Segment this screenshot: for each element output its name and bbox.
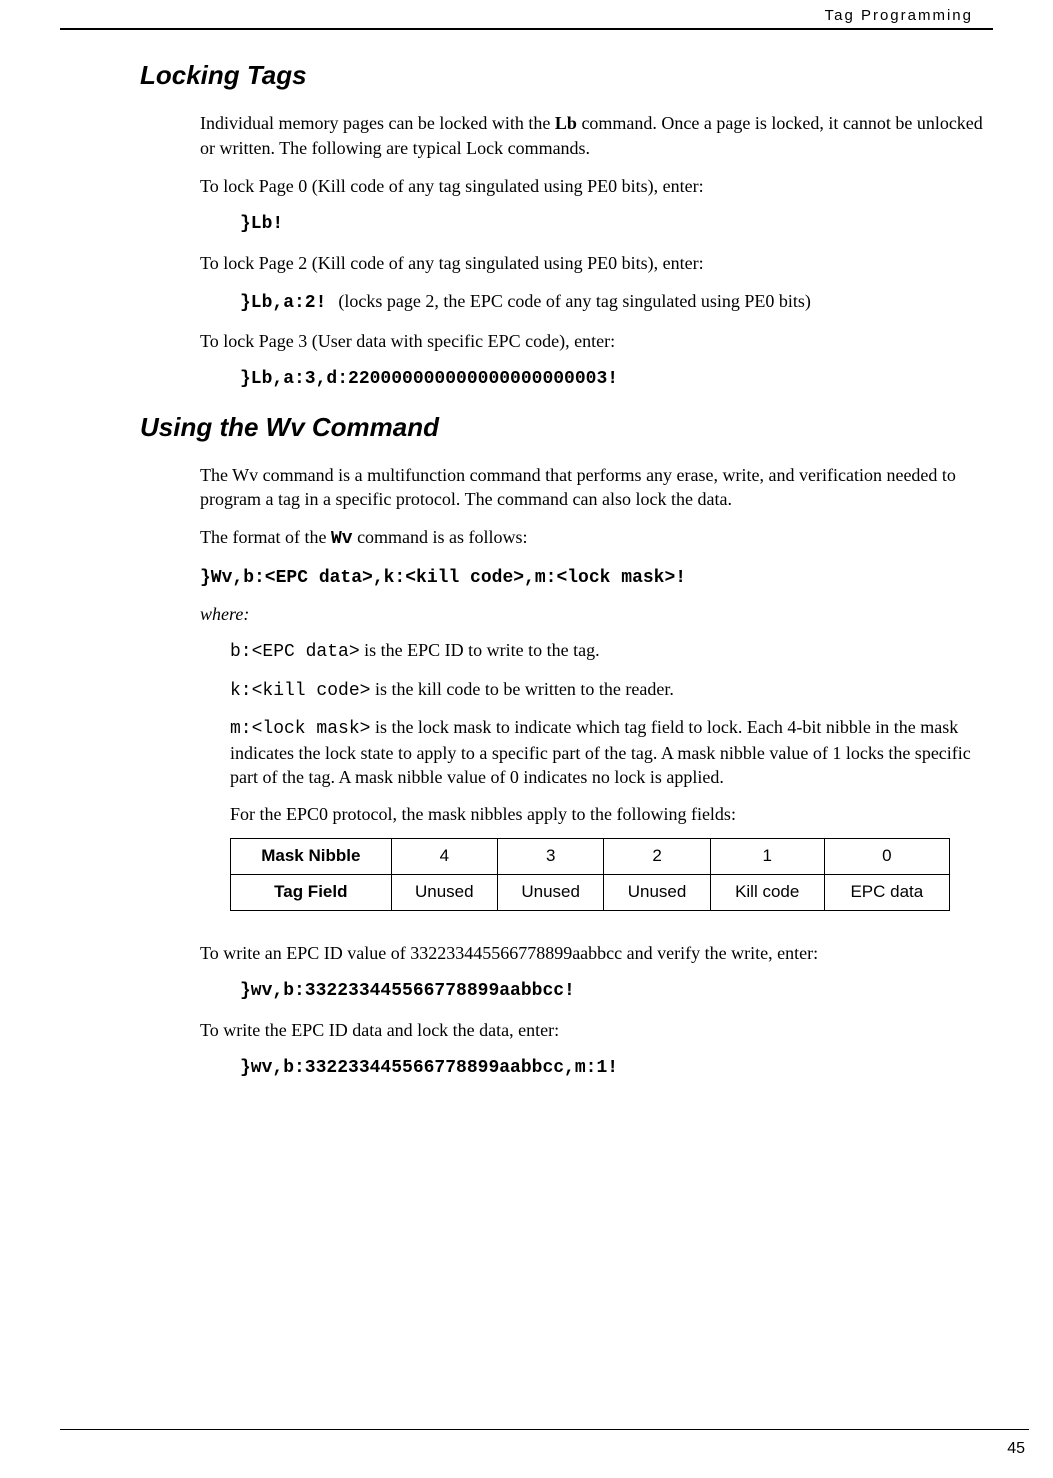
- page: Tag Programming Locking Tags Individual …: [0, 0, 1053, 1478]
- heading-wv-command: Using the Wv Command: [140, 410, 983, 445]
- paragraph: To write an EPC ID value of 332233445566…: [200, 941, 983, 965]
- paragraph: To lock Page 0 (Kill code of any tag sin…: [200, 174, 983, 198]
- table-cell: 0: [824, 839, 949, 875]
- definition: m:<lock mask> is the lock mask to indica…: [230, 715, 983, 790]
- table-cell: Unused: [497, 875, 603, 911]
- content-area: Locking Tags Individual memory pages can…: [60, 58, 993, 1080]
- code-inline: Wv: [331, 529, 353, 549]
- text: The format of the: [200, 527, 331, 547]
- table-cell: 2: [604, 839, 710, 875]
- code-line: }wv,b:332233445566778899aabbcc,m:1!: [240, 1056, 983, 1080]
- paragraph: To write the EPC ID data and lock the da…: [200, 1018, 983, 1042]
- bold-lb: Lb: [555, 113, 577, 133]
- table-row: Tag Field Unused Unused Unused Kill code…: [231, 875, 950, 911]
- text: Individual memory pages can be locked wi…: [200, 113, 555, 133]
- paragraph: The Wv command is a multifunction comman…: [200, 463, 983, 512]
- code-line: }wv,b:332233445566778899aabbcc!: [240, 979, 983, 1003]
- paragraph: To lock Page 2 (Kill code of any tag sin…: [200, 251, 983, 275]
- table-cell: Kill code: [710, 875, 824, 911]
- table-row: Mask Nibble 4 3 2 1 0: [231, 839, 950, 875]
- def-text: is the EPC ID to write to the tag.: [360, 640, 600, 660]
- def-code: m:<lock mask>: [230, 719, 370, 739]
- mask-nibble-table: Mask Nibble 4 3 2 1 0 Tag Field Unused U…: [230, 838, 950, 911]
- paragraph: The format of the Wv command is as follo…: [200, 525, 983, 551]
- definition: k:<kill code> is the kill code to be wri…: [230, 677, 983, 703]
- table-cell: Unused: [604, 875, 710, 911]
- heading-locking-tags: Locking Tags: [140, 58, 983, 93]
- section2-body: The Wv command is a multifunction comman…: [200, 463, 983, 1080]
- paragraph: Individual memory pages can be locked wi…: [200, 111, 983, 160]
- paragraph: To lock Page 3 (User data with specific …: [200, 329, 983, 353]
- table-cell: EPC data: [824, 875, 949, 911]
- top-rule: [60, 28, 993, 30]
- table-cell: 3: [497, 839, 603, 875]
- definition: b:<EPC data> is the EPC ID to write to t…: [230, 638, 983, 664]
- def-text: is the kill code to be written to the re…: [370, 679, 673, 699]
- code-line: }Lb!: [240, 212, 983, 236]
- code-line: }Lb,a:2! (locks page 2, the EPC code of a…: [240, 289, 983, 315]
- paragraph: For the EPC0 protocol, the mask nibbles …: [230, 802, 983, 826]
- bottom-rule: [60, 1429, 1029, 1430]
- code-text: }Lb,a:2!: [240, 293, 326, 313]
- def-code: k:<kill code>: [230, 681, 370, 701]
- def-code: b:<EPC data>: [230, 642, 360, 662]
- table-cell: Unused: [391, 875, 497, 911]
- where-label: where:: [200, 602, 983, 626]
- table-header-cell: Tag Field: [231, 875, 392, 911]
- running-header: Tag Programming: [60, 0, 993, 26]
- table-header-cell: Mask Nibble: [231, 839, 392, 875]
- syntax-line: }Wv,b:<EPC data>,k:<kill code>,m:<lock m…: [200, 566, 983, 590]
- text: command is as follows:: [353, 527, 528, 547]
- code-aside: (locks page 2, the EPC code of any tag s…: [338, 291, 810, 311]
- section1-body: Individual memory pages can be locked wi…: [200, 111, 983, 391]
- table-cell: 1: [710, 839, 824, 875]
- table-cell: 4: [391, 839, 497, 875]
- code-line: }Lb,a:3,d:220000000000000000000003!: [240, 367, 983, 391]
- page-number: 45: [1007, 1438, 1025, 1460]
